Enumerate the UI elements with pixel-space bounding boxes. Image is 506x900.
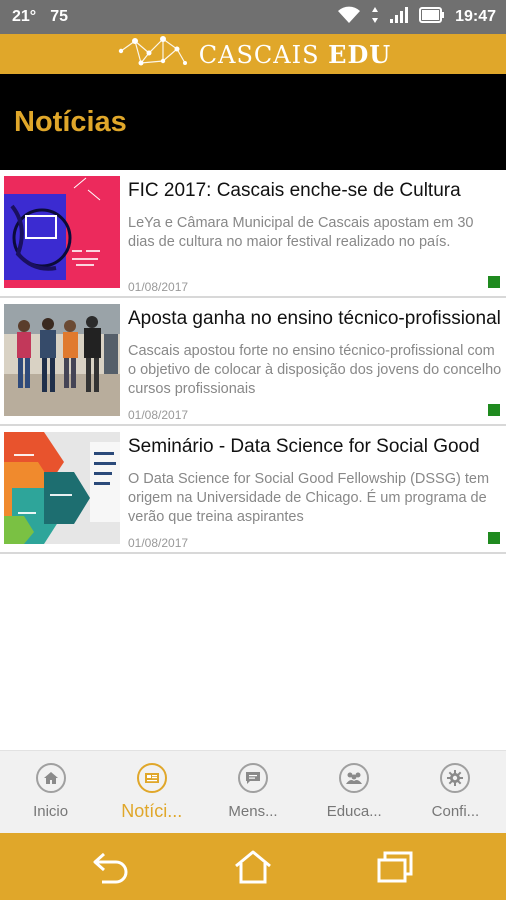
system-nav-bar xyxy=(0,833,506,900)
news-item-ensino-tecnico[interactable]: Aposta ganha no ensino técnico-profissio… xyxy=(0,298,506,426)
news-list: FIC 2017: Cascais enche-se de Cultura Le… xyxy=(0,170,506,554)
status-bar: 21° 75 19:47 xyxy=(0,0,506,34)
home-nav-icon xyxy=(235,850,271,883)
clock-text: 19:47 xyxy=(455,8,496,25)
data-science-thumbnail xyxy=(4,432,120,544)
page-title-bar: Notícias xyxy=(0,74,506,170)
gear-icon xyxy=(440,763,471,793)
battery-icon xyxy=(419,6,445,28)
tab-inicio[interactable]: Inicio xyxy=(0,751,101,833)
back-button[interactable] xyxy=(81,842,141,892)
back-icon xyxy=(93,852,128,883)
people-icon xyxy=(339,763,370,793)
tab-configuracoes[interactable]: Confi... xyxy=(405,751,506,833)
brand-logo: CASCAIS EDU xyxy=(115,33,391,76)
news-item-body: Seminário - Data Science for Social Good… xyxy=(120,426,506,552)
news-icon xyxy=(136,763,167,793)
home-button[interactable] xyxy=(223,842,283,892)
students-photo-thumbnail xyxy=(4,304,120,416)
signal-icon xyxy=(389,6,409,29)
tab-label: Inicio xyxy=(33,803,69,820)
recent-apps-icon xyxy=(377,851,413,882)
news-item-body: FIC 2017: Cascais enche-se de Cultura Le… xyxy=(120,170,506,296)
status-indicator xyxy=(488,404,500,416)
temperature-text: 21° xyxy=(12,8,37,25)
news-excerpt: Cascais apostou forte no ensino técnico-… xyxy=(128,343,502,397)
fic-poster-thumbnail xyxy=(4,176,120,288)
notification-count: 75 xyxy=(50,8,68,25)
brand-name-suffix: EDU xyxy=(328,39,392,69)
tab-noticias[interactable]: Notíci... xyxy=(101,751,202,833)
page-title: Notícias xyxy=(14,105,127,138)
network-logo-icon xyxy=(115,33,189,76)
news-title: Aposta ganha no ensino técnico-profissio… xyxy=(128,308,501,329)
data-arrows-icon xyxy=(371,6,379,29)
news-title: Seminário - Data Science for Social Good xyxy=(128,436,480,457)
news-item-fic-2017[interactable]: FIC 2017: Cascais enche-se de Cultura Le… xyxy=(0,170,506,298)
brand-name: CASCAIS EDU xyxy=(199,40,391,69)
tab-mensagens[interactable]: Mens... xyxy=(202,751,303,833)
status-indicator xyxy=(488,532,500,544)
message-icon xyxy=(238,763,268,793)
news-excerpt: O Data Science for Social Good Fellowshi… xyxy=(128,471,490,525)
news-date: 01/08/2017 xyxy=(128,408,189,420)
bottom-tab-bar: Inicio Notíci... Mens... Educa... Confi.… xyxy=(0,750,506,833)
tab-label: Educa... xyxy=(326,803,382,820)
app-header: CASCAIS EDU xyxy=(0,34,506,74)
tab-label: Confi... xyxy=(431,803,480,820)
brand-name-main: CASCAIS xyxy=(198,40,320,69)
recent-apps-button[interactable] xyxy=(365,842,425,892)
status-indicator xyxy=(488,276,500,288)
wifi-icon xyxy=(337,6,361,29)
news-item-body: Aposta ganha no ensino técnico-profissio… xyxy=(120,298,506,424)
tab-educacao[interactable]: Educa... xyxy=(304,751,405,833)
news-date: 01/08/2017 xyxy=(128,536,189,548)
news-date: 01/08/2017 xyxy=(128,280,189,292)
news-excerpt: LeYa e Câmara Municipal de Cascais apost… xyxy=(128,215,474,250)
news-title: FIC 2017: Cascais enche-se de Cultura xyxy=(128,180,461,201)
tab-label: Notíci... xyxy=(121,801,183,821)
home-icon xyxy=(35,763,66,793)
tab-label: Mens... xyxy=(228,803,278,820)
news-item-data-science[interactable]: Seminário - Data Science for Social Good… xyxy=(0,426,506,554)
